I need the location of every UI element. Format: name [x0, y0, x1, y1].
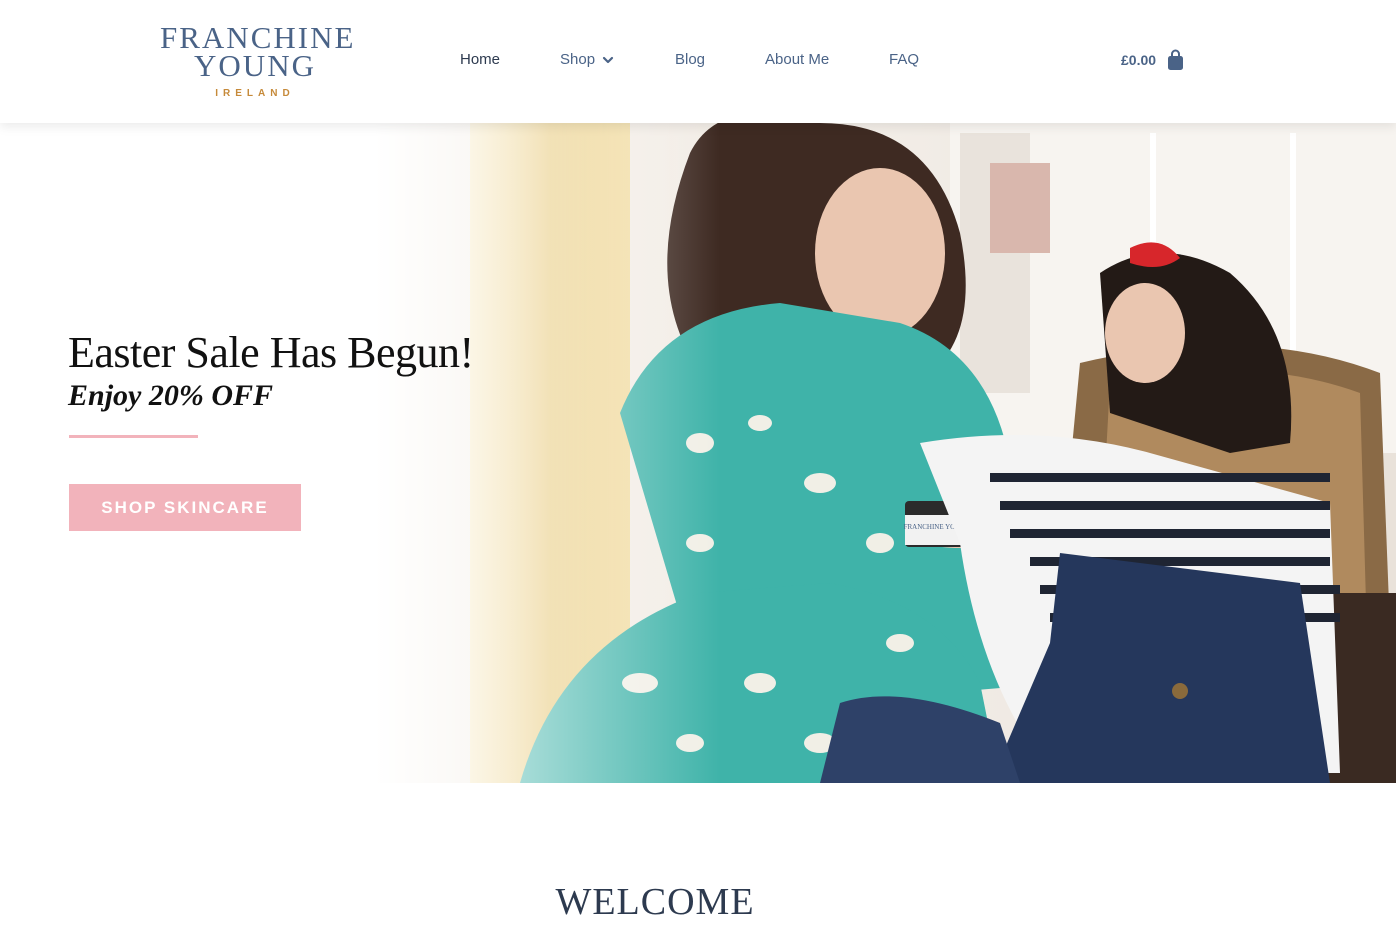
nav-home[interactable]: Home — [460, 51, 500, 68]
shopping-bag-icon — [1168, 49, 1184, 70]
hero-banner: FRANCHINE YOUNG Easter Sale Has Begun! E… — [0, 123, 1396, 783]
cart-total: £0.00 — [1121, 52, 1157, 68]
hero-title: Easter Sale Has Begun! — [68, 328, 474, 377]
logo-line-2: YOUNG — [194, 48, 316, 83]
nav-blog[interactable]: Blog — [675, 51, 705, 68]
cart-button[interactable]: £0.00 — [1121, 49, 1184, 71]
logo-subtitle: IRELAND — [215, 88, 295, 99]
nav-shop[interactable]: Shop — [560, 51, 615, 68]
welcome-heading: WELCOME — [555, 881, 755, 923]
hero-subtitle: Enjoy 20% OFF — [68, 379, 274, 412]
shop-skincare-button[interactable]: SHOP SKINCARE — [69, 484, 301, 531]
brand-logo[interactable]: FRANCHINE YOUNG IRELAND — [160, 22, 353, 99]
site-header: FRANCHINE YOUNG IRELAND Home Shop Blog A… — [0, 0, 1396, 123]
hero-divider — [69, 435, 198, 438]
chevron-down-icon — [602, 56, 614, 64]
nav-shop-label: Shop — [560, 51, 596, 68]
nav-about-me[interactable]: About Me — [765, 51, 829, 68]
hero-fade-overlay — [0, 123, 720, 783]
nav-faq[interactable]: FAQ — [889, 51, 919, 68]
